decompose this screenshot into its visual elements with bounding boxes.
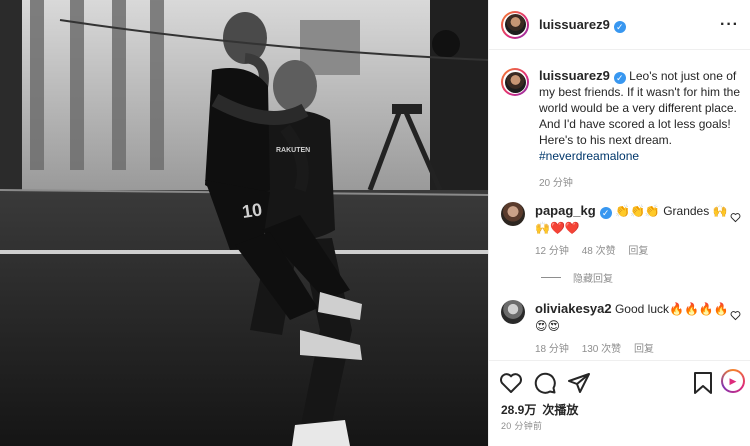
post-header: luissuarez9 ✓ ···	[489, 0, 750, 50]
comment-item: papag_kg ✓ 👏👏👏 Grandes 🙌🙌❤️❤️ 12 分钟 48 次赞…	[501, 202, 741, 260]
caption-time: 20 分钟	[539, 178, 573, 189]
bookmark-icon[interactable]	[692, 371, 714, 395]
post-panel: luissuarez9 ✓ ··· luissuarez9 ✓ Leo's not …	[488, 0, 750, 446]
commenter-username[interactable]: papag_kg	[535, 203, 596, 218]
author-username[interactable]: luissuarez9	[539, 17, 610, 32]
comment-time: 18 分钟	[535, 344, 569, 355]
caption-author-avatar[interactable]	[501, 68, 529, 96]
likes-count[interactable]: 28.9万 次播放	[501, 401, 578, 418]
more-options-icon[interactable]: ···	[720, 16, 739, 34]
posted-time: 20 分钟前	[501, 421, 543, 431]
verified-badge-icon: ✓	[599, 207, 612, 219]
heart-icon[interactable]	[730, 310, 741, 321]
post-actions: ▶ 28.9万 次播放 20 分钟前	[489, 360, 750, 446]
heart-icon[interactable]	[499, 371, 523, 395]
commenter-avatar[interactable]	[501, 300, 525, 324]
comment-item: oliviakesya2 Good luck🔥🔥🔥🔥😍😍 18 分钟 130 次…	[501, 300, 741, 358]
hide-replies-label: 隐藏回复	[573, 274, 613, 285]
post-photo[interactable]: 10 RAKUTEN	[0, 0, 488, 446]
caption-hashtag[interactable]: #neverdreamalone	[539, 148, 741, 164]
caption-author-username[interactable]: luissuarez9	[539, 68, 610, 83]
comment-likes[interactable]: 48 次赞	[582, 246, 616, 257]
comment-reply-button[interactable]: 回复	[628, 246, 648, 257]
post-caption: luissuarez9 ✓ Leo's not just one of my be…	[501, 68, 741, 189]
author-avatar[interactable]	[501, 10, 529, 39]
verified-badge-icon: ✓	[613, 72, 626, 84]
kit-number: 10	[241, 199, 264, 222]
reel-icon[interactable]: ▶	[721, 369, 745, 393]
likes-count-label: 次播放	[542, 403, 579, 417]
commenter-avatar[interactable]	[501, 202, 525, 226]
comment-likes[interactable]: 130 次赞	[582, 344, 621, 355]
hide-replies-button[interactable]: 隐藏回复	[541, 270, 613, 285]
comment-reply-button[interactable]: 回复	[634, 344, 654, 355]
comment-meta: 12 分钟 48 次赞 回复	[535, 243, 735, 260]
kit-sponsor: RAKUTEN	[276, 147, 310, 154]
share-icon[interactable]	[567, 371, 591, 395]
commenter-username[interactable]: oliviakesya2	[535, 301, 612, 316]
heart-icon[interactable]	[730, 212, 741, 223]
verified-badge-icon: ✓	[613, 20, 626, 33]
comment-meta: 18 分钟 130 次赞 回复	[535, 341, 735, 358]
post-photo-illustration: 10 RAKUTEN	[0, 0, 488, 446]
comment-time: 12 分钟	[535, 246, 569, 257]
comment-icon[interactable]	[533, 371, 557, 395]
likes-count-value: 28.9万	[501, 403, 537, 417]
